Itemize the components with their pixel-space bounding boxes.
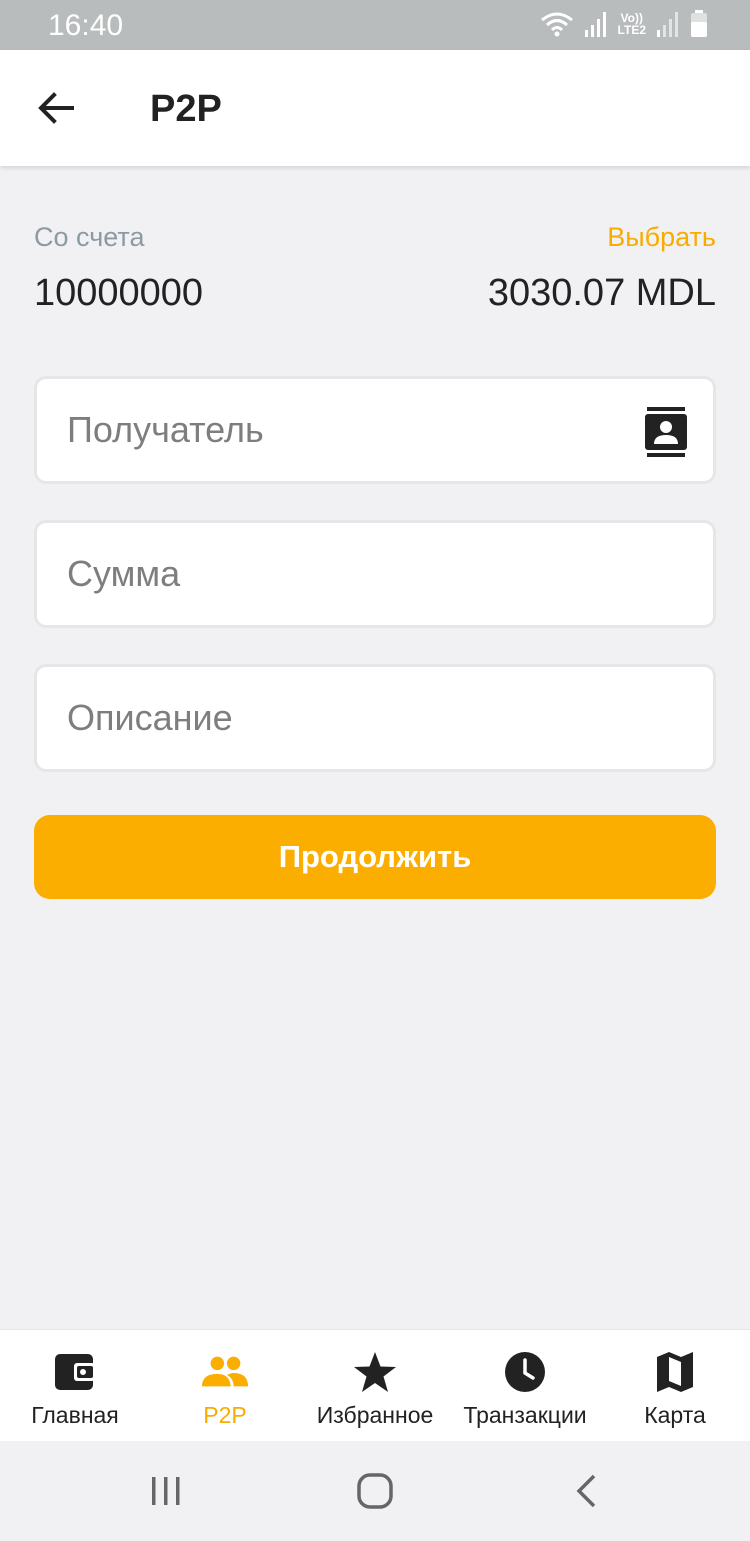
recent-apps-icon: [152, 1477, 180, 1505]
page-title: P2P: [150, 88, 222, 130]
signal-icon: [584, 12, 606, 37]
back-icon: [576, 1474, 596, 1508]
nav-item-favorites[interactable]: Избранное: [300, 1330, 450, 1442]
recipient-field: [34, 376, 716, 484]
nav-item-home[interactable]: Главная: [0, 1330, 150, 1442]
app-bar: P2P: [0, 50, 750, 166]
status-bar: 16:40 Vo)) LTE2: [0, 0, 750, 50]
status-icons: Vo)) LTE2: [540, 10, 708, 38]
arrow-left-icon: [38, 92, 74, 124]
account-label: Со счета: [34, 222, 145, 252]
home-button[interactable]: [345, 1461, 405, 1521]
description-field: [34, 664, 716, 772]
contacts-button[interactable]: [643, 407, 689, 457]
amount-input[interactable]: [67, 523, 647, 625]
system-nav-bar: [0, 1441, 750, 1541]
nav-label: P2P: [203, 1402, 247, 1428]
wallet-icon: [51, 1350, 99, 1394]
nav-label: Главная: [31, 1402, 119, 1428]
system-back-button[interactable]: [556, 1461, 616, 1521]
contacts-icon: [645, 407, 687, 457]
amount-field: [34, 520, 716, 628]
choose-account-link[interactable]: Выбрать: [607, 222, 716, 253]
recipient-input[interactable]: [67, 379, 647, 481]
recent-apps-button[interactable]: [136, 1461, 196, 1521]
account-number: 10000000: [34, 272, 204, 314]
nav-label: Избранное: [316, 1402, 434, 1428]
nav-item-transactions[interactable]: Транзакции: [450, 1330, 600, 1442]
map-icon: [651, 1350, 699, 1394]
back-button[interactable]: [28, 80, 84, 136]
people-icon: [201, 1350, 249, 1394]
wifi-icon: [540, 12, 573, 37]
battery-icon: [691, 10, 707, 37]
nav-label: Транзакции: [463, 1402, 587, 1428]
nav-item-p2p[interactable]: P2P: [150, 1330, 300, 1442]
star-icon: [351, 1350, 399, 1394]
description-input[interactable]: [67, 667, 647, 769]
network-type-label: Vo)) LTE2: [617, 11, 646, 37]
signal-icon: [657, 12, 678, 37]
bottom-nav: Главная P2P Избранное Транзакции Карта: [0, 1329, 750, 1441]
account-balance: 3030.07 MDL: [487, 272, 716, 314]
nav-label: Карта: [644, 1402, 706, 1428]
status-time: 16:40: [48, 9, 124, 42]
nav-item-map[interactable]: Карта: [600, 1330, 750, 1442]
clock-icon: [501, 1350, 549, 1394]
home-icon: [357, 1473, 393, 1509]
continue-button[interactable]: Продолжить: [34, 815, 716, 899]
